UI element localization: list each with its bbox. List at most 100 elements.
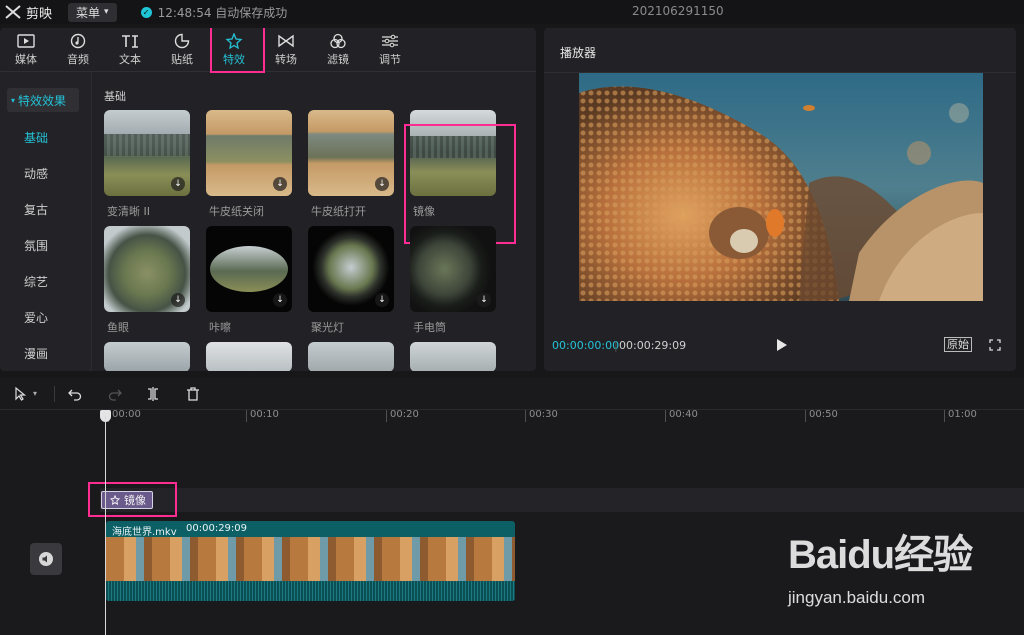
effect-card[interactable]: ↓ 咔嚓 (206, 226, 292, 335)
select-tool[interactable]: ▾ (0, 384, 44, 404)
video-clip[interactable]: 海底世界.mkv 00:00:29:09 (106, 521, 515, 601)
download-icon[interactable]: ↓ (375, 293, 389, 307)
tab-adjust[interactable]: 调节 (364, 28, 416, 72)
download-icon[interactable]: ↓ (273, 293, 287, 307)
ruler-label: 00:20 (386, 410, 419, 422)
undo-button[interactable] (65, 384, 85, 404)
watermark-brand: Baidu经验 (788, 533, 973, 577)
sidebar-header-label: 特效效果 (18, 93, 67, 108)
ruler-label: 00:00 (108, 410, 141, 422)
tab-media[interactable]: 媒体 (0, 28, 52, 72)
mute-button[interactable] (30, 543, 62, 575)
title-bar: 剪映 菜单 ▾ ✓ 12:48:54 自动保存成功 202106291150 (0, 0, 1024, 24)
check-icon: ✓ (140, 6, 152, 18)
effect-thumbnail[interactable] (104, 342, 190, 371)
tab-label: 转场 (275, 53, 297, 66)
tab-effects[interactable]: 特效 (208, 28, 265, 73)
sidebar-item-love[interactable]: 爱心 (0, 299, 91, 335)
effect-thumbnail: ↓ (206, 226, 292, 312)
tab-label: 媒体 (15, 53, 37, 66)
effect-card[interactable]: ↓ 变清晰 II (104, 110, 190, 219)
effect-thumbnail: ↓ (308, 110, 394, 196)
download-icon[interactable]: ↓ (375, 177, 389, 191)
effect-label: 牛皮纸关闭 (209, 205, 264, 218)
tab-label: 贴纸 (171, 53, 193, 66)
save-status: ✓ 12:48:54 自动保存成功 (140, 4, 288, 21)
tab-label: 音频 (67, 53, 89, 66)
menu-button[interactable]: 菜单 ▾ (68, 2, 117, 22)
download-icon[interactable]: ↓ (273, 177, 287, 191)
split-button[interactable] (143, 384, 163, 404)
clip-duration: 00:00:29:09 (186, 523, 248, 534)
menu-button-label: 菜单 (76, 5, 101, 20)
play-icon[interactable] (776, 338, 788, 352)
split-icon (148, 386, 158, 401)
ruler-label: 00:30 (525, 410, 558, 422)
tab-sticker[interactable]: 贴纸 (156, 28, 208, 72)
effect-card[interactable]: ↓ 手电筒 (410, 226, 496, 335)
effect-label: 鱼眼 (107, 321, 129, 334)
project-name: 202106291150 (632, 4, 724, 18)
effect-thumbnail[interactable] (206, 342, 292, 371)
clip-filename: 海底世界.mkv (112, 527, 177, 538)
divider (54, 385, 55, 402)
app-name: 剪映 (26, 6, 53, 22)
effect-card[interactable]: ↓ 鱼眼 (104, 226, 190, 335)
effect-thumbnail: ↓ (104, 110, 190, 196)
sidebar-item-dynamic[interactable]: 动感 (0, 155, 91, 191)
transition-icon (278, 34, 294, 48)
ruler-label: 00:40 (665, 410, 698, 422)
adjust-icon (382, 34, 398, 48)
fullscreen-icon[interactable] (989, 339, 1001, 351)
sidebar-item-variety[interactable]: 综艺 (0, 263, 91, 299)
sidebar-item-basic[interactable]: 基础 (0, 119, 91, 155)
highlight-box (88, 482, 177, 517)
effect-label: 聚光灯 (311, 321, 344, 334)
aspect-ratio-button[interactable]: 原始 (944, 337, 972, 352)
player-panel: 播放器 00:00:00:00 | 00:00:29:09 原始 (544, 28, 1016, 371)
sidebar-item-comic[interactable]: 漫画 (0, 335, 91, 371)
download-icon[interactable]: ↓ (171, 177, 185, 191)
tab-text[interactable]: 文本 (104, 28, 156, 72)
materials-tabs: 媒体 音频 文本 贴纸 特效 转场 滤镜 调节 (0, 28, 536, 73)
undo-icon (68, 389, 82, 401)
tab-filter[interactable]: 滤镜 (312, 28, 364, 72)
sidebar-header[interactable]: ▾ 特效效果 (7, 88, 79, 112)
effect-thumbnail[interactable] (410, 342, 496, 371)
section-title: 基础 (104, 90, 126, 103)
playhead[interactable] (105, 416, 106, 635)
redo-icon (108, 389, 122, 401)
sidebar-item-retro[interactable]: 复古 (0, 191, 91, 227)
cursor-icon (15, 386, 27, 401)
effect-thumbnail[interactable] (308, 342, 394, 371)
save-status-text: 12:48:54 自动保存成功 (157, 5, 288, 20)
audio-waveform (106, 581, 515, 601)
effect-label: 咔嚓 (209, 321, 231, 334)
effect-card[interactable]: ↓ 聚光灯 (308, 226, 394, 335)
redo-button[interactable] (105, 384, 125, 404)
chevron-down-icon: ▾ (32, 389, 37, 398)
trash-icon (187, 386, 199, 401)
effect-label: 变清晰 II (107, 205, 150, 218)
effects-grid: 基础 ↓ 变清晰 II ↓ 牛皮纸关闭 ↓ 牛皮纸打开 镜像 ↓ 鱼眼 ↓ 咔嚓… (92, 72, 536, 371)
audio-icon (70, 33, 86, 49)
player-title: 播放器 (560, 46, 597, 60)
materials-panel: 媒体 音频 文本 贴纸 特效 转场 滤镜 调节 ▾ 特效效果 基础 动感 复古 … (0, 28, 536, 371)
video-preview[interactable] (579, 73, 983, 301)
download-icon[interactable]: ↓ (171, 293, 185, 307)
app-logo: 剪映 (0, 3, 52, 22)
total-timecode: 00:00:29:09 (619, 339, 687, 352)
delete-button[interactable] (183, 384, 203, 404)
filter-icon (330, 33, 346, 49)
effect-thumbnail: ↓ (308, 226, 394, 312)
ruler-label: 01:00 (944, 410, 977, 422)
tab-audio[interactable]: 音频 (52, 28, 104, 72)
tab-transition[interactable]: 转场 (260, 28, 312, 72)
effect-card[interactable]: ↓ 牛皮纸关闭 (206, 110, 292, 219)
effect-label: 牛皮纸打开 (311, 205, 366, 218)
download-icon[interactable]: ↓ (477, 293, 491, 307)
time-ruler[interactable]: 00:00 00:10 00:20 00:30 00:40 00:50 01:0… (0, 410, 1024, 426)
effect-card[interactable]: ↓ 牛皮纸打开 (308, 110, 394, 219)
current-timecode: 00:00:00:00 (552, 339, 620, 352)
sidebar-item-atmosphere[interactable]: 氛围 (0, 227, 91, 263)
